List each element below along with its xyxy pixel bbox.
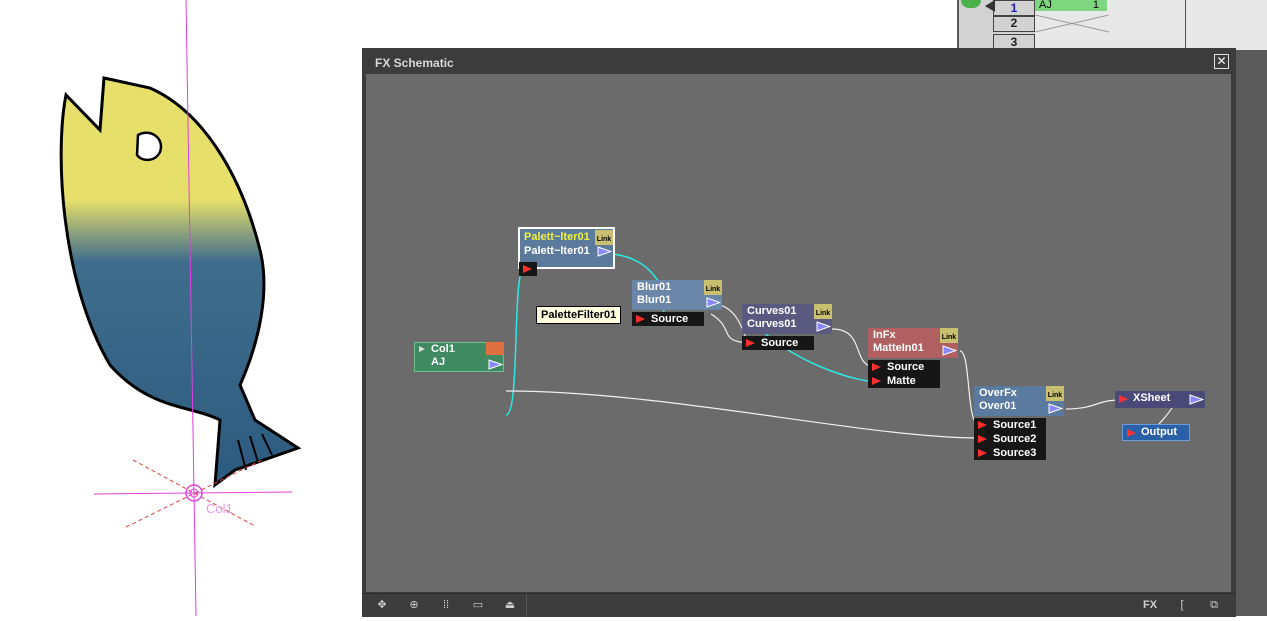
node-label: Output xyxy=(1141,426,1178,438)
column-label: Col1 xyxy=(206,501,233,516)
link-button[interactable]: Link xyxy=(704,280,722,295)
curves-source-port[interactable]: Source xyxy=(742,336,814,350)
node-name: Curves01 xyxy=(747,305,797,317)
empty-cell-mark xyxy=(1035,15,1109,33)
blur-source-port[interactable]: Source xyxy=(632,312,704,326)
node-id: Blur01 xyxy=(637,294,672,306)
node-id: AJ xyxy=(431,356,446,368)
node-name: OverFx xyxy=(979,387,1017,399)
input-arrow-icon xyxy=(1119,395,1128,403)
port-arrow-icon xyxy=(978,421,987,430)
close-icon: ✕ xyxy=(1216,54,1227,68)
node-name: Palett~lter01 xyxy=(524,231,590,243)
xsheet-node[interactable]: XSheet xyxy=(1115,391,1205,408)
over-source1-port[interactable]: Source1 xyxy=(974,418,1046,432)
node-id: Palett~lter01 xyxy=(524,245,590,257)
over-source3-port[interactable]: Source3 xyxy=(974,446,1046,460)
camera-icon[interactable] xyxy=(486,342,504,355)
normal-size-icon[interactable]: ▭ xyxy=(470,598,486,612)
reorder-nodes-icon[interactable]: ⁞⁞ xyxy=(438,598,454,612)
schematic-toolbar: ✥ ⊕ ⁞⁞ ▭ ⏏ FX [ ⧉ xyxy=(362,593,1236,617)
node-id: Over01 xyxy=(979,400,1017,412)
infx-matte-port[interactable]: Matte xyxy=(868,374,940,388)
fx-toggle-button[interactable]: FX xyxy=(1142,598,1158,612)
scene-viewer[interactable]: Col1 xyxy=(0,0,362,617)
port-arrow-icon xyxy=(978,435,987,444)
fish-drawing xyxy=(59,0,302,617)
link-button[interactable]: Link xyxy=(940,328,958,343)
node-name: Blur01 xyxy=(637,281,672,293)
level-frame: 1 xyxy=(1092,0,1099,11)
node-id: Curves01 xyxy=(747,318,797,330)
close-button[interactable]: ✕ xyxy=(1214,54,1229,69)
link-button[interactable]: Link xyxy=(814,304,832,319)
input-arrow-icon xyxy=(1127,429,1136,437)
frame-2[interactable]: 2 xyxy=(993,15,1035,32)
output-port-icon[interactable] xyxy=(597,246,612,257)
port-arrow-icon xyxy=(523,265,532,273)
level-cell[interactable]: AJ 1 xyxy=(1035,0,1107,11)
output-port-icon[interactable] xyxy=(706,297,721,308)
infx-source-port[interactable]: Source xyxy=(868,360,940,374)
curves-node[interactable]: Curves01 Curves01 Link xyxy=(742,304,832,334)
render-toggle-icon[interactable] xyxy=(419,346,425,352)
stage-schematic-icon[interactable]: ⧉ xyxy=(1206,598,1222,612)
blur-node[interactable]: Blur01 Blur01 Link xyxy=(632,280,722,310)
port-arrow-icon xyxy=(872,363,881,372)
infx-node[interactable]: InFx MatteIn01 Link xyxy=(868,328,958,358)
output-node[interactable]: Output xyxy=(1122,424,1190,441)
fit-to-window-icon[interactable]: ✥ xyxy=(374,598,390,612)
node-tooltip: PaletteFilter01 xyxy=(536,306,622,324)
node-label: XSheet xyxy=(1133,392,1171,404)
fx-schematic-window[interactable]: FX Schematic ✕ Palett~lter01 Palett~lter… xyxy=(362,48,1236,617)
window-title: FX Schematic xyxy=(375,56,454,70)
node-id: MatteIn01 xyxy=(873,342,924,354)
camstand-toggle-icon[interactable] xyxy=(985,0,995,12)
focus-on-current-icon[interactable]: ⊕ xyxy=(406,598,422,612)
output-port-icon[interactable] xyxy=(816,321,831,332)
source-port[interactable] xyxy=(519,262,537,276)
output-port-icon[interactable] xyxy=(488,359,503,370)
port-arrow-icon xyxy=(978,449,987,458)
overfx-node[interactable]: OverFx Over01 Link xyxy=(974,386,1064,416)
port-arrow-icon xyxy=(636,315,645,324)
output-port-icon[interactable] xyxy=(1189,394,1204,405)
port-arrow-icon xyxy=(746,339,755,348)
level-name: AJ xyxy=(1039,0,1052,11)
link-button[interactable]: Link xyxy=(595,230,613,245)
bracket-icon[interactable]: [ xyxy=(1174,598,1190,612)
over-source2-port[interactable]: Source2 xyxy=(974,432,1046,446)
link-button[interactable]: Link xyxy=(1046,386,1064,401)
node-name: InFx xyxy=(873,329,896,341)
output-port-icon[interactable] xyxy=(942,345,957,356)
port-arrow-icon xyxy=(872,377,881,386)
schematic-canvas[interactable]: Palett~lter01 Palett~lter01 Link Palette… xyxy=(366,74,1231,592)
palette-filter-node[interactable]: Palett~lter01 Palett~lter01 Link xyxy=(518,227,615,269)
maximize-nodes-icon[interactable]: ⏏ xyxy=(502,598,518,612)
col1-column-node[interactable]: Col1 AJ xyxy=(414,342,504,372)
fx-titlebar[interactable]: FX Schematic ✕ xyxy=(362,48,1236,74)
node-name: Col1 xyxy=(431,343,455,355)
output-port-icon[interactable] xyxy=(1048,403,1063,414)
